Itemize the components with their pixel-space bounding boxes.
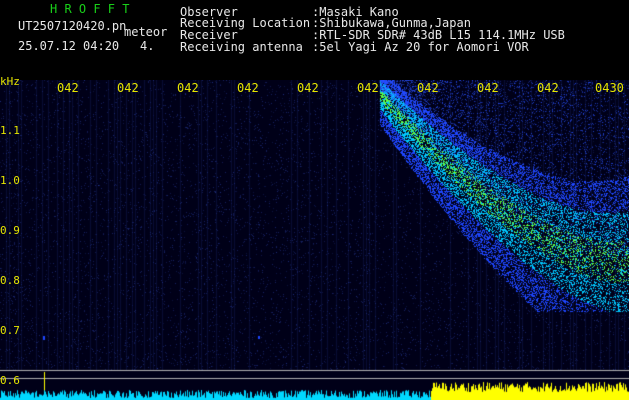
y-label-0-7: 0.7 [0, 324, 20, 337]
y-label-1-0: 1.0 [0, 174, 20, 187]
header-panel: H R O F F T UT2507120420.pn meteor 25.07… [0, 0, 629, 80]
y-label-0-8: 0.8 [0, 274, 20, 287]
time-tick: 042 [117, 81, 139, 95]
y-label-1-1: 1.1 [0, 124, 20, 137]
app-title: H R O F F T [50, 2, 130, 16]
y-label-0-6: 0.6 [0, 374, 20, 387]
datetime-label: 25.07.12 04:20 [18, 39, 120, 53]
time-tick: 042 [357, 81, 379, 95]
counter-label: 4. [140, 39, 155, 53]
time-tick: 042 [237, 81, 259, 95]
time-tick: 042 [297, 81, 319, 95]
axis-unit-label: kHz [0, 75, 20, 88]
antenna-label: Receiving antenna [180, 40, 303, 54]
y-label-0-9: 0.9 [0, 224, 20, 237]
time-tick: 042 [537, 81, 559, 95]
meteor-label: meteor [124, 25, 168, 39]
spectrogram-canvas [0, 80, 629, 400]
time-tick: 042 [417, 81, 439, 95]
time-tick: 042 [177, 81, 199, 95]
time-tick: 042 [477, 81, 499, 95]
time-tick: 0430 [595, 81, 624, 95]
filename-label: UT2507120420.pn [18, 19, 127, 33]
time-tick: 042 [57, 81, 79, 95]
antenna-value: :5el Yagi Az 20 for Aomori VOR [312, 40, 529, 54]
